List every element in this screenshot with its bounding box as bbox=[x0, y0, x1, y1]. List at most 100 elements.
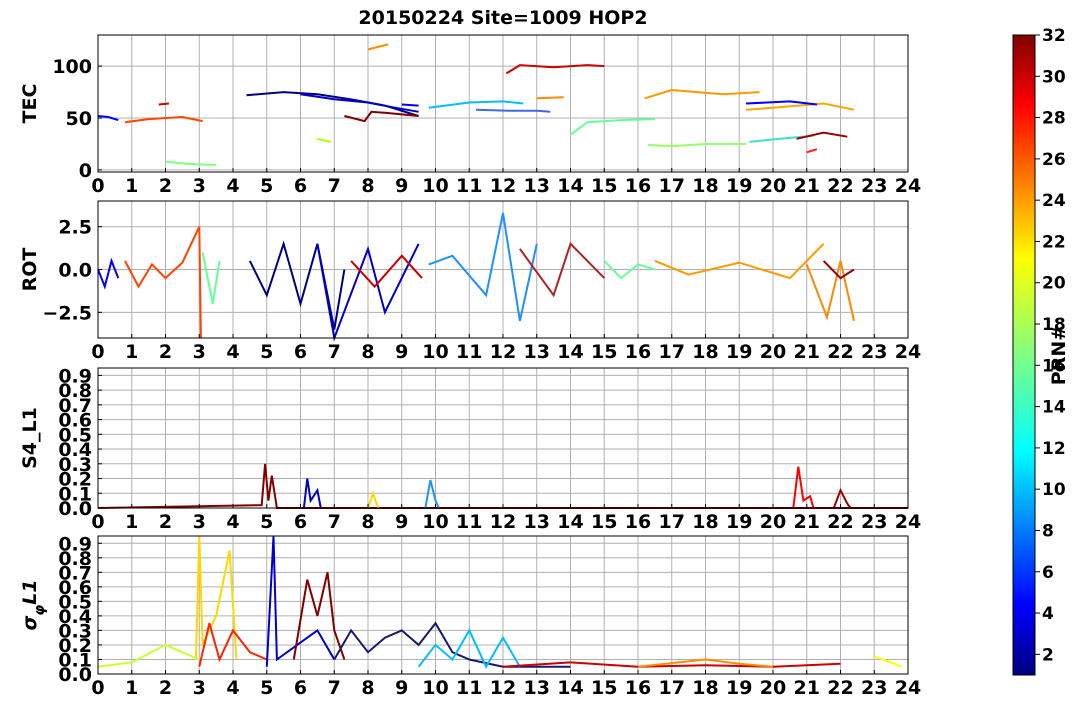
x-tick-label: 24 bbox=[895, 511, 921, 533]
x-tick-label: 18 bbox=[692, 511, 718, 533]
x-tick-label: 8 bbox=[361, 175, 374, 197]
y-axis-label: ROT bbox=[19, 248, 41, 292]
panel-4: 0 1 2 3 4 5 6 7 8 9 10 11 12 13 14 15 16 17 18 19 20 21 22 23 24… bbox=[19, 533, 921, 699]
panel-1: 0 1 2 3 4 5 6 7 8 9 10 11 12 13 14 15 16 17 18 19 20 21 22 23 24… bbox=[19, 34, 921, 197]
x-tick-label: 14 bbox=[557, 341, 583, 363]
x-tick-label: 16 bbox=[625, 175, 651, 197]
x-tick-label: 16 bbox=[625, 511, 651, 533]
x-tick-label: 5 bbox=[260, 511, 273, 533]
x-tick-label: 3 bbox=[193, 677, 206, 699]
series-line-9 bbox=[428, 100, 524, 109]
chart-title: 20150224 Site=1009 HOP2 bbox=[358, 7, 647, 29]
x-tick-label: 1 bbox=[125, 175, 138, 197]
x-tick-label: 9 bbox=[395, 341, 408, 363]
series-line-5 bbox=[246, 91, 419, 117]
figure: 20150224 Site=1009 HOP2 0 1 2 3 4 5 6 7 8 9 10 11 12… bbox=[19, 7, 1070, 699]
series-line-8 bbox=[401, 103, 419, 107]
x-tick-label: 18 bbox=[692, 175, 718, 197]
series-line-16 bbox=[745, 102, 855, 111]
x-tick-label: 3 bbox=[193, 341, 206, 363]
x-tick-label: 3 bbox=[193, 511, 206, 533]
series-line-3 bbox=[201, 252, 221, 304]
y-tick-label: 100 bbox=[52, 56, 92, 78]
x-tick-label: 15 bbox=[591, 341, 617, 363]
x-tick-label: 14 bbox=[557, 511, 583, 533]
colorbar-tick-label: 8 bbox=[1042, 521, 1054, 541]
series-line-12 bbox=[536, 96, 564, 100]
x-tick-label: 7 bbox=[328, 175, 341, 197]
x-tick-label: 2 bbox=[159, 341, 172, 363]
x-tick-label: 9 bbox=[395, 511, 408, 533]
series-line-6 bbox=[300, 93, 419, 113]
colorbar bbox=[1012, 34, 1036, 676]
x-tick-label: 2 bbox=[159, 175, 172, 197]
x-tick-label: 8 bbox=[361, 677, 374, 699]
series-line-2 bbox=[124, 226, 202, 339]
x-tick-label: 2 bbox=[159, 677, 172, 699]
series-line-9 bbox=[97, 643, 200, 668]
x-tick-label: 1 bbox=[125, 677, 138, 699]
x-tick-label: 12 bbox=[490, 511, 516, 533]
colorbar-tick-label: 10 bbox=[1042, 480, 1066, 500]
colorbar-tick-label: 22 bbox=[1042, 232, 1066, 252]
x-tick-label: 21 bbox=[794, 341, 820, 363]
x-tick-label: 24 bbox=[895, 175, 921, 197]
colorbar-tick-label: 24 bbox=[1042, 191, 1066, 211]
x-tick-label: 15 bbox=[591, 511, 617, 533]
x-tick-label: 5 bbox=[260, 341, 273, 363]
x-tick-label: 16 bbox=[625, 341, 651, 363]
x-tick-label: 18 bbox=[692, 677, 718, 699]
x-tick-label: 2 bbox=[159, 511, 172, 533]
x-tick-label: 22 bbox=[827, 341, 853, 363]
x-tick-label: 18 bbox=[692, 341, 718, 363]
x-tick-label: 0 bbox=[91, 511, 104, 533]
x-tick-label: 15 bbox=[591, 175, 617, 197]
x-tick-label: 17 bbox=[659, 175, 685, 197]
series-line-10 bbox=[873, 655, 902, 668]
x-tick-label: 5 bbox=[260, 175, 273, 197]
series-line-14 bbox=[569, 118, 655, 136]
x-tick-label: 6 bbox=[294, 677, 307, 699]
x-tick-label: 21 bbox=[794, 677, 820, 699]
x-tick-label: 17 bbox=[659, 341, 685, 363]
x-tick-label: 0 bbox=[91, 341, 104, 363]
series-line-15 bbox=[644, 88, 760, 100]
x-tick-label: 24 bbox=[895, 677, 921, 699]
x-tick-label: 19 bbox=[726, 175, 752, 197]
y-axis-label: σφL1 bbox=[19, 579, 48, 630]
x-tick-label: 11 bbox=[456, 511, 482, 533]
x-tick-label: 11 bbox=[456, 677, 482, 699]
x-tick-label: 7 bbox=[328, 677, 341, 699]
x-tick-label: 19 bbox=[726, 677, 752, 699]
colorbar-tick-label: 2 bbox=[1042, 645, 1054, 665]
colorbar-tick-label: 28 bbox=[1042, 109, 1066, 129]
colorbar-tick-label: 20 bbox=[1042, 274, 1066, 294]
colorbar-tick-label: 26 bbox=[1042, 150, 1066, 170]
colorbar-tick-label: 6 bbox=[1042, 563, 1054, 583]
panel-3: 0 1 2 3 4 5 6 7 8 9 10 11 12 13 14 15 16 17 18 19 20 21 22 23 24… bbox=[19, 365, 921, 533]
x-tick-label: 14 bbox=[557, 677, 583, 699]
x-tick-label: 17 bbox=[659, 511, 685, 533]
x-tick-label: 6 bbox=[294, 511, 307, 533]
x-tick-label: 23 bbox=[861, 511, 887, 533]
y-tick-label: 0.9 bbox=[58, 533, 92, 555]
colorbar-tick-label: 30 bbox=[1042, 67, 1066, 87]
y-axis-label: TEC bbox=[19, 84, 41, 124]
x-tick-label: 7 bbox=[328, 511, 341, 533]
x-tick-label: 13 bbox=[524, 341, 550, 363]
y-tick-label: 50 bbox=[66, 108, 92, 130]
series-line-1 bbox=[194, 535, 238, 660]
x-tick-label: 4 bbox=[226, 175, 239, 197]
x-tick-label: 10 bbox=[422, 341, 448, 363]
colorbar-label: PRN# bbox=[1048, 325, 1070, 385]
x-tick-label: 13 bbox=[524, 511, 550, 533]
panel-2: 0 1 2 3 4 5 6 7 8 9 10 11 12 13 14 15 16 17 18 19 20 21 22 23 24… bbox=[19, 200, 921, 363]
series-line-7 bbox=[428, 212, 538, 322]
x-tick-label: 12 bbox=[490, 175, 516, 197]
y-tick-label: 0.9 bbox=[58, 365, 92, 387]
x-tick-label: 24 bbox=[895, 341, 921, 363]
x-tick-label: 10 bbox=[422, 175, 448, 197]
x-tick-label: 20 bbox=[760, 511, 786, 533]
series-line-21 bbox=[806, 148, 818, 154]
colorbar-tick-label: 12 bbox=[1042, 439, 1066, 459]
